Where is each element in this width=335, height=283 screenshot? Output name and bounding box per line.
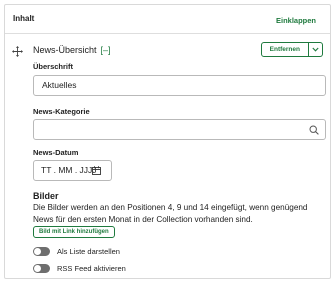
panel-title: Inhalt (13, 14, 35, 23)
heading-input[interactable]: Aktuelles (33, 75, 326, 96)
list-view-switch[interactable] (33, 246, 50, 256)
move-icon[interactable] (12, 46, 23, 57)
date-field-label: News-Datum (33, 148, 79, 157)
images-heading: Bilder (33, 191, 59, 201)
switch-knob (34, 247, 41, 255)
category-field-label: News-Kategorie (33, 107, 90, 116)
date-placeholder: TT . MM . JJJJ (41, 165, 97, 175)
switch-knob (34, 264, 41, 272)
rss-feed-switch[interactable] (33, 263, 50, 273)
chevron-down-icon (312, 47, 319, 52)
list-view-label: Als Liste darstellen (57, 246, 120, 256)
heading-field-label: Überschrift (33, 62, 74, 71)
images-description: Die Bilder werden an den Positionen 4, 9… (33, 203, 308, 224)
add-image-link-button[interactable]: Bild mit Link hinzufügen (33, 226, 115, 238)
remove-button[interactable]: Entfernen (260, 42, 309, 57)
panel-header: Inhalt Einklappen (5, 5, 330, 34)
search-icon (309, 125, 319, 135)
calendar-icon[interactable] (92, 166, 101, 175)
content-panel: Inhalt Einklappen News-Übersicht [–] Entf… (4, 4, 331, 279)
toggle-list-view: Als Liste darstellen (33, 245, 120, 257)
category-select[interactable] (33, 119, 326, 140)
remove-options-button[interactable] (309, 42, 323, 57)
module-collapse-toggle[interactable]: [–] (101, 45, 111, 55)
rss-feed-label: RSS Feed aktivieren (57, 263, 126, 273)
remove-button-group: Entfernen (260, 42, 323, 57)
toggle-rss-feed: RSS Feed aktivieren (33, 262, 126, 274)
collapse-button[interactable]: Einklappen (276, 16, 316, 25)
module-title-text: News-Übersicht (33, 45, 97, 55)
module-title: News-Übersicht [–] (33, 45, 111, 55)
date-input[interactable]: TT . MM . JJJJ (33, 160, 112, 181)
